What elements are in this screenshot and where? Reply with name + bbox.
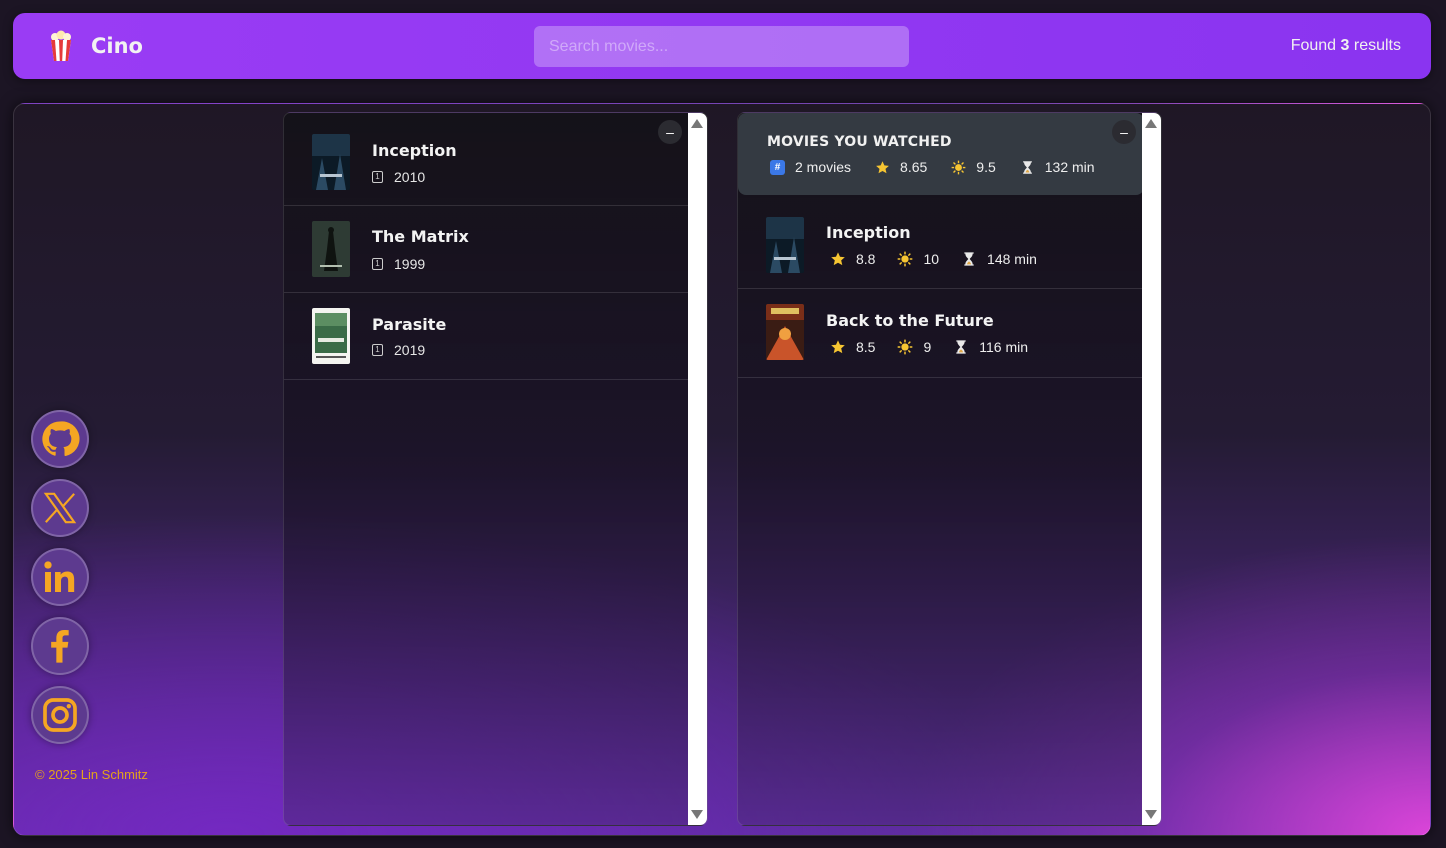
summary-runtime: 132 min <box>1020 159 1095 175</box>
sparkle-icon <box>951 160 966 174</box>
count-text: 2 movies <box>795 159 852 175</box>
navbar: Cino Found 3 results <box>13 13 1431 79</box>
watched-item[interactable]: Back to the Future 8.5 9 116 min <box>738 289 1144 378</box>
list-item[interactable]: Parasite 1 2019 <box>284 293 690 380</box>
sparkle-icon <box>898 251 913 267</box>
x-link[interactable] <box>31 479 89 537</box>
collapse-watched-button[interactable]: – <box>1112 120 1136 144</box>
movie-stats: 8.5 9 116 min <box>830 339 1050 355</box>
hourglass-icon <box>956 340 966 354</box>
x-icon <box>43 492 77 524</box>
movie-year: 1 2019 <box>372 342 425 358</box>
imdb-text: 8.5 <box>856 339 876 355</box>
github-icon <box>42 421 80 457</box>
summary-user: 9.5 <box>951 159 996 175</box>
star-icon <box>831 340 845 354</box>
scroll-up-arrow-icon[interactable] <box>691 119 703 128</box>
year-text: 2010 <box>394 169 426 185</box>
instagram-link[interactable] <box>31 686 89 744</box>
imdb-rating: 8.5 <box>830 339 875 355</box>
movie-stats: 8.8 10 148 min <box>830 251 1059 267</box>
hourglass-icon <box>964 252 974 266</box>
summary-heading: MOVIES YOU WATCHED <box>767 134 952 150</box>
year-text: 2019 <box>394 342 426 358</box>
linkedin-icon <box>44 561 75 592</box>
imdb-avg-text: 8.65 <box>900 159 928 175</box>
movie-title: Parasite <box>372 315 447 334</box>
list-item[interactable]: The Matrix 1 1999 <box>284 206 690 293</box>
runtime-text: 116 min <box>979 339 1029 355</box>
movie-title: Inception <box>826 223 911 242</box>
hash-icon: # <box>770 159 785 175</box>
scroll-up-arrow-icon[interactable] <box>1145 119 1157 128</box>
list-item[interactable]: Inception 1 2010 <box>284 113 690 206</box>
search-input[interactable] <box>534 26 909 67</box>
popcorn-icon <box>49 30 73 62</box>
scroll-down-arrow-icon[interactable] <box>1145 810 1157 819</box>
movie-year: 1 2010 <box>372 169 425 185</box>
poster-image <box>766 217 804 273</box>
results-prefix: Found <box>1290 37 1337 54</box>
movie-year: 1 1999 <box>372 256 425 272</box>
instagram-icon <box>43 698 77 732</box>
movie-title: Back to the Future <box>826 311 994 330</box>
logo: Cino <box>49 30 143 62</box>
hourglass-icon <box>1022 160 1032 174</box>
app-name: Cino <box>91 34 143 58</box>
runtime-avg-text: 132 min <box>1044 159 1095 175</box>
poster-image <box>312 308 350 364</box>
summary-stats: # 2 movies 8.65 9.5 132 min <box>770 159 1119 175</box>
results-number: 3 <box>1340 37 1350 54</box>
facebook-icon <box>51 630 69 663</box>
github-link[interactable] <box>31 410 89 468</box>
movie-title: Inception <box>372 141 457 160</box>
watched-box: MOVIES YOU WATCHED # 2 movies 8.65 9.5 1… <box>737 112 1162 826</box>
copyright: © 2025 Lin Schmitz <box>35 767 148 782</box>
summary-imdb: 8.65 <box>875 159 927 175</box>
user-rating-text: 9 <box>923 339 932 355</box>
user-rating-text: 10 <box>923 251 940 267</box>
calendar-icon: 1 <box>372 258 383 270</box>
poster-image <box>766 304 804 360</box>
runtime-text: 148 min <box>987 251 1037 267</box>
runtime: 148 min <box>961 251 1037 267</box>
watched-item[interactable]: Inception 8.8 10 148 min <box>738 195 1144 289</box>
scrollbar[interactable] <box>1142 113 1161 825</box>
watched-summary: MOVIES YOU WATCHED # 2 movies 8.65 9.5 1… <box>738 113 1144 195</box>
poster-image <box>312 221 350 277</box>
user-rating: 10 <box>897 251 939 267</box>
sparkle-icon <box>898 339 913 355</box>
user-rating: 9 <box>897 339 931 355</box>
calendar-icon: 1 <box>372 171 383 183</box>
star-icon <box>831 252 845 266</box>
year-text: 1999 <box>394 256 426 272</box>
star-icon <box>876 160 889 173</box>
runtime: 116 min <box>953 339 1028 355</box>
imdb-text: 8.8 <box>856 251 876 267</box>
results-suffix: results <box>1353 37 1401 54</box>
facebook-link[interactable] <box>31 617 89 675</box>
calendar-icon: 1 <box>372 344 383 356</box>
user-avg-text: 9.5 <box>976 159 996 175</box>
movie-title: The Matrix <box>372 227 469 246</box>
summary-count: # 2 movies <box>770 159 851 175</box>
poster-image <box>312 134 350 190</box>
main-area: © 2025 Lin Schmitz – Inception 1 2010 Th… <box>13 103 1431 836</box>
imdb-rating: 8.8 <box>830 251 875 267</box>
search-results-box: – Inception 1 2010 The Matrix 1 1999 Par… <box>283 112 708 826</box>
scrollbar[interactable] <box>688 113 707 825</box>
scroll-down-arrow-icon[interactable] <box>691 810 703 819</box>
linkedin-link[interactable] <box>31 548 89 606</box>
results-count: Found 3 results <box>1291 37 1401 55</box>
